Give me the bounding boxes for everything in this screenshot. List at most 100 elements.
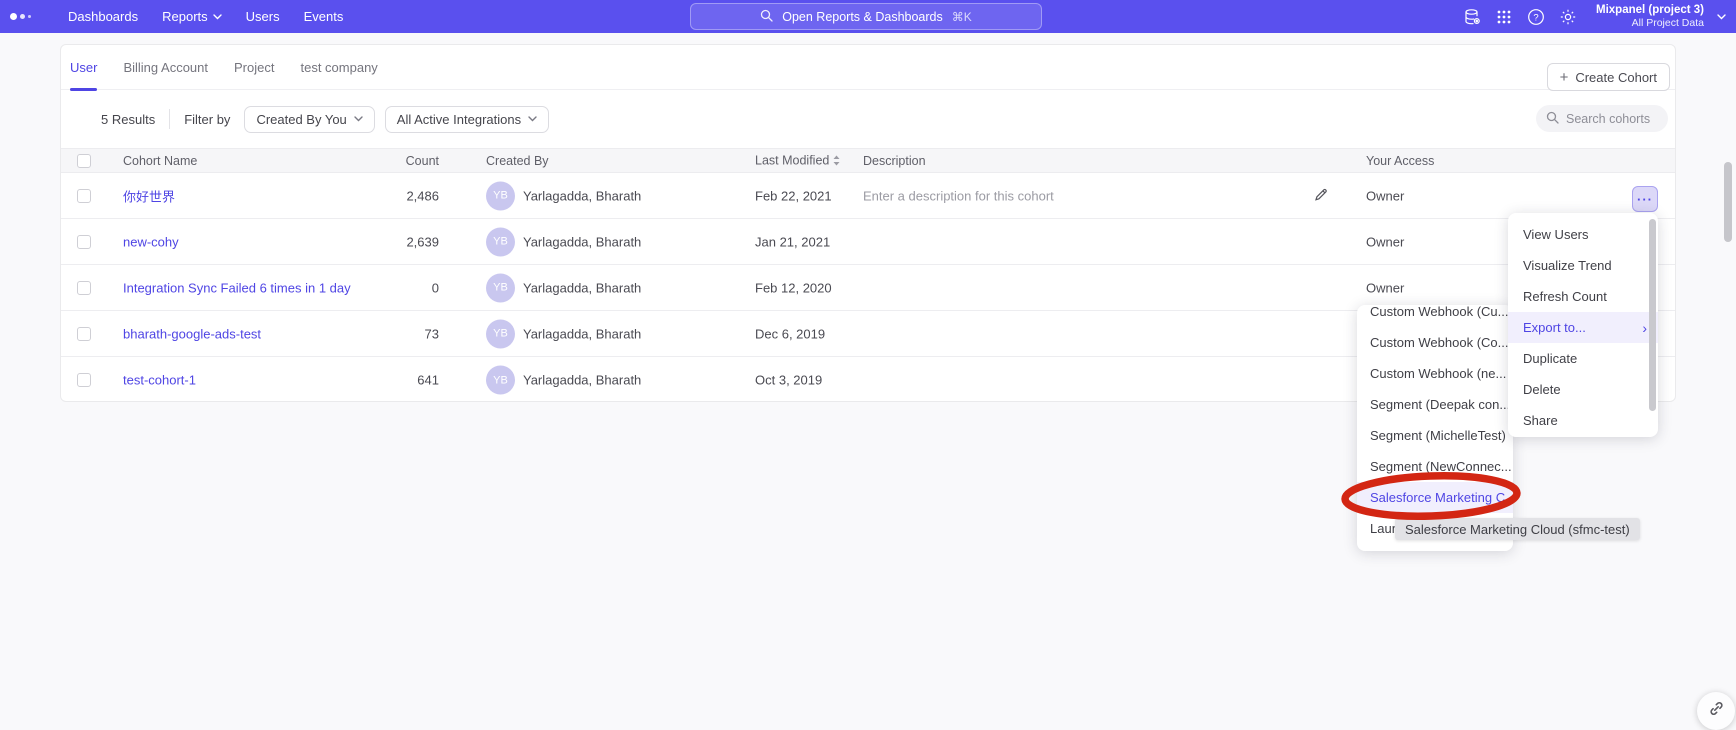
submenu-item-segment-2[interactable]: Segment (MichelleTest) xyxy=(1357,420,1513,451)
data-sources-icon[interactable] xyxy=(1462,7,1481,26)
search-cohorts-input[interactable]: Search cohorts xyxy=(1536,105,1668,132)
created-by-dropdown[interactable]: Created By You xyxy=(244,106,374,133)
tab-project[interactable]: Project xyxy=(234,45,274,90)
submenu-item-segment-3[interactable]: Segment (NewConnec... xyxy=(1357,451,1513,482)
header-your-access: Your Access xyxy=(1366,154,1434,168)
submenu-scrollbar[interactable] xyxy=(1724,162,1732,242)
row-checkbox[interactable] xyxy=(77,189,91,203)
table-header: Cohort Name Count Created By Last Modifi… xyxy=(61,148,1675,173)
description-placeholder[interactable]: Enter a description for this cohort xyxy=(863,188,1054,203)
created-by-name: Yarlagadda, Bharath xyxy=(523,188,641,203)
row-checkbox[interactable] xyxy=(77,281,91,295)
project-chevron-down-icon xyxy=(1717,14,1726,20)
menu-item-share[interactable]: Share xyxy=(1508,405,1658,436)
nav-events[interactable]: Events xyxy=(304,9,344,24)
header-last-modified[interactable]: Last Modified xyxy=(755,153,840,168)
created-by-name: Yarlagadda, Bharath xyxy=(523,234,641,249)
global-search-placeholder: Open Reports & Dashboards xyxy=(782,10,943,24)
header-count: Count xyxy=(353,154,439,168)
search-icon xyxy=(1546,111,1559,127)
sort-icon xyxy=(833,154,840,168)
share-link-button[interactable] xyxy=(1697,692,1735,730)
last-modified-date: Oct 3, 2019 xyxy=(755,373,822,388)
row-checkbox[interactable] xyxy=(77,327,91,341)
top-navbar: Dashboards Reports Users Events Open Rep… xyxy=(0,0,1736,33)
last-modified-date: Dec 6, 2019 xyxy=(755,326,825,341)
menu-item-visualize-trend[interactable]: Visualize Trend xyxy=(1508,250,1658,281)
cohort-count: 641 xyxy=(353,373,439,388)
avatar: YB xyxy=(486,366,515,395)
row-context-menu: View Users Visualize Trend Refresh Count… xyxy=(1508,213,1658,437)
search-icon xyxy=(760,9,773,25)
cohort-name-link[interactable]: Integration Sync Failed 6 times in 1 day xyxy=(123,280,351,295)
submenu-item-custom-webhook-2[interactable]: Custom Webhook (Co... xyxy=(1357,327,1513,358)
row-checkbox[interactable] xyxy=(77,235,91,249)
plus-icon: + xyxy=(1560,70,1569,85)
cohort-count: 0 xyxy=(353,280,439,295)
menu-item-refresh-count[interactable]: Refresh Count xyxy=(1508,281,1658,312)
menu-item-export-to[interactable]: Export to... › xyxy=(1508,312,1658,343)
header-created-by: Created By xyxy=(486,154,549,168)
row-actions-button[interactable]: ··· xyxy=(1632,186,1658,212)
cohorts-toolbar: 5 Results Filter by Created By You All A… xyxy=(61,90,1675,148)
header-cohort-name: Cohort Name xyxy=(123,154,197,168)
project-scope: All Project Data xyxy=(1596,17,1704,29)
link-icon xyxy=(1708,700,1725,722)
cohort-name-link[interactable]: bharath-google-ads-test xyxy=(123,326,261,341)
menu-item-delete[interactable]: Delete xyxy=(1508,374,1658,405)
nav-reports[interactable]: Reports xyxy=(162,9,222,24)
select-all-checkbox[interactable] xyxy=(77,154,91,168)
last-modified-date: Feb 12, 2020 xyxy=(755,280,832,295)
create-cohort-button[interactable]: + Create Cohort xyxy=(1547,63,1670,91)
tab-test-company[interactable]: test company xyxy=(300,45,377,90)
cohort-name-link[interactable]: 你好世界 xyxy=(123,186,175,205)
tab-billing-account[interactable]: Billing Account xyxy=(123,45,208,90)
submenu-item-custom-webhook-1[interactable]: Custom Webhook (Cu... xyxy=(1357,305,1513,327)
chevron-down-icon xyxy=(528,116,537,122)
table-row: new-cohy 2,639 YBYarlagadda, Bharath Jan… xyxy=(61,219,1675,265)
edit-description-pencil-icon[interactable] xyxy=(1313,186,1329,205)
divider xyxy=(169,109,170,129)
settings-gear-icon[interactable] xyxy=(1558,7,1577,26)
submenu-item-salesforce-marketing-cloud[interactable]: Salesforce Marketing C... xyxy=(1357,482,1513,513)
nav-dashboards[interactable]: Dashboards xyxy=(68,9,138,24)
header-description: Description xyxy=(863,154,926,168)
avatar: YB xyxy=(486,319,515,348)
help-icon[interactable]: ? xyxy=(1526,7,1545,26)
mixpanel-logo-icon[interactable] xyxy=(10,13,44,20)
integrations-dropdown[interactable]: All Active Integrations xyxy=(385,106,549,133)
row-checkbox[interactable] xyxy=(77,373,91,387)
tab-user[interactable]: User xyxy=(70,45,97,90)
access-level: Owner xyxy=(1366,234,1404,249)
svg-text:?: ? xyxy=(1533,12,1538,23)
created-by-name: Yarlagadda, Bharath xyxy=(523,326,641,341)
search-shortcut: ⌘K xyxy=(952,10,972,24)
created-by-name: Yarlagadda, Bharath xyxy=(523,373,641,388)
last-modified-date: Feb 22, 2021 xyxy=(755,188,832,203)
apps-grid-icon[interactable] xyxy=(1494,7,1513,26)
submenu-item-segment-1[interactable]: Segment (Deepak con... xyxy=(1357,389,1513,420)
integration-tooltip: Salesforce Marketing Cloud (sfmc-test) xyxy=(1395,518,1640,540)
access-level: Owner xyxy=(1366,280,1404,295)
menu-item-duplicate[interactable]: Duplicate xyxy=(1508,343,1658,374)
cohorts-page: Dashboards Reports Users Events Open Rep… xyxy=(0,0,1736,723)
table-row: 你好世界 2,486 YBYarlagadda, Bharath Feb 22,… xyxy=(61,173,1675,219)
menu-item-view-users[interactable]: View Users xyxy=(1508,219,1658,250)
menu-scrollbar[interactable] xyxy=(1649,219,1656,411)
cohort-count: 2,639 xyxy=(353,234,439,249)
project-name: Mixpanel (project 3) xyxy=(1596,4,1704,17)
avatar: YB xyxy=(486,273,515,302)
chevron-down-icon xyxy=(354,116,363,122)
cohort-name-link[interactable]: new-cohy xyxy=(123,234,179,249)
cohort-name-link[interactable]: test-cohort-1 xyxy=(123,373,196,388)
nav-users[interactable]: Users xyxy=(246,9,280,24)
submenu-chevron-right-icon: › xyxy=(1642,320,1647,336)
project-switcher[interactable]: Mixpanel (project 3) All Project Data xyxy=(1596,4,1704,29)
cohort-tabs: User Billing Account Project test compan… xyxy=(61,45,1675,90)
last-modified-date: Jan 21, 2021 xyxy=(755,234,830,249)
global-search-bar[interactable]: Open Reports & Dashboards ⌘K xyxy=(690,3,1042,30)
filter-by-label: Filter by xyxy=(184,112,230,127)
chevron-down-icon xyxy=(213,14,222,20)
submenu-item-custom-webhook-3[interactable]: Custom Webhook (ne... xyxy=(1357,358,1513,389)
created-by-name: Yarlagadda, Bharath xyxy=(523,280,641,295)
